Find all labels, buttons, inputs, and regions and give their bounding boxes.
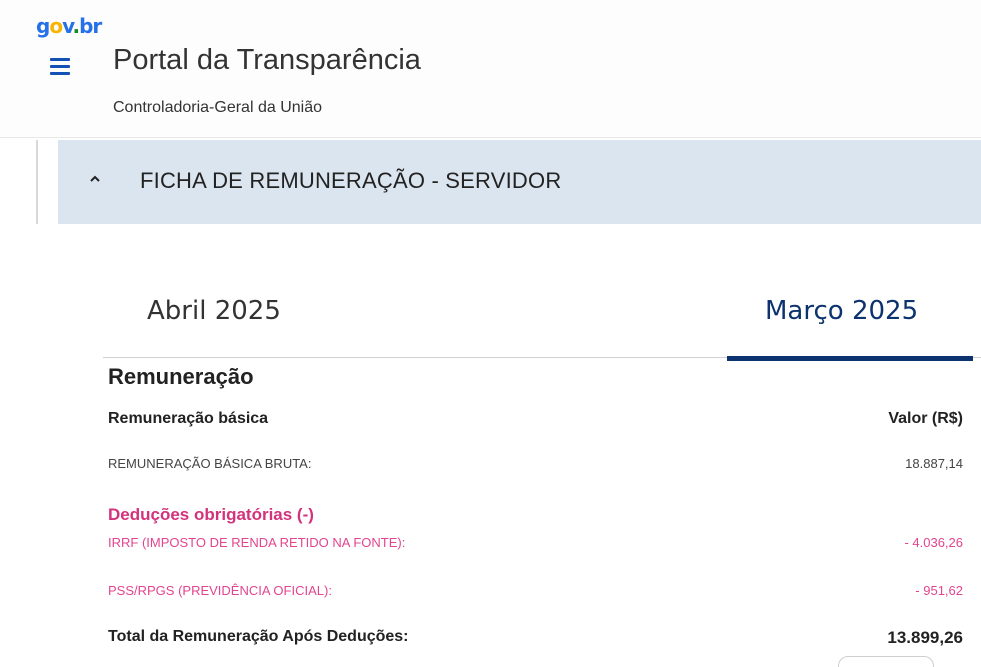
- pss-label: PSS/RPGS (PREVIDÊNCIA OFICIAL):: [108, 583, 332, 598]
- remuneration-section-header[interactable]: FICHA DE REMUNERAÇÃO - SERVIDOR: [58, 140, 981, 224]
- gross-remuneration-label: REMUNERAÇÃO BÁSICA BRUTA:: [108, 456, 312, 471]
- irrf-row: IRRF (IMPOSTO DE RENDA RETIDO NA FONTE):…: [108, 535, 963, 550]
- tab-marco-2025[interactable]: Março 2025: [727, 270, 977, 361]
- gross-remuneration-row: REMUNERAÇÃO BÁSICA BRUTA: 18.887,14: [108, 456, 963, 471]
- basic-remuneration-label: Remuneração básica: [108, 410, 269, 427]
- basic-remuneration-header: Remuneração básica Valor (R$): [108, 410, 963, 428]
- page: gov.br Portal da Transparência Controlad…: [0, 0, 981, 667]
- irrf-label: IRRF (IMPOSTO DE RENDA RETIDO NA FONTE):: [108, 535, 406, 550]
- left-divider: [36, 140, 38, 224]
- month-tabs: Abril 2025 Março 2025: [103, 270, 981, 361]
- hamburger-menu-icon[interactable]: [50, 58, 72, 76]
- irrf-value: - 4.036,26: [904, 535, 963, 550]
- chevron-up-icon: [90, 175, 100, 182]
- active-tab-indicator: [727, 356, 973, 361]
- govbr-logo[interactable]: gov.br: [36, 14, 102, 38]
- tab-label: Abril 2025: [147, 296, 281, 326]
- tab-label: Março 2025: [765, 296, 919, 326]
- portal-subtitle: Controladoria-Geral da União: [113, 99, 322, 116]
- value-column-header: Valor (R$): [888, 410, 963, 427]
- tab-abril-2025[interactable]: Abril 2025: [103, 270, 403, 358]
- site-header: gov.br Portal da Transparência Controlad…: [0, 0, 981, 138]
- partial-button[interactable]: [838, 656, 934, 667]
- total-row: Total da Remuneração Após Deduções: 13.8…: [108, 628, 963, 647]
- remuneration-heading: Remuneração: [108, 364, 254, 389]
- gross-remuneration-value: 18.887,14: [905, 456, 963, 471]
- pss-row: PSS/RPGS (PREVIDÊNCIA OFICIAL): - 951,62: [108, 583, 963, 598]
- portal-title[interactable]: Portal da Transparência: [113, 44, 421, 77]
- section-title: FICHA DE REMUNERAÇÃO - SERVIDOR: [140, 168, 562, 193]
- total-label: Total da Remuneração Após Deduções:: [108, 628, 409, 645]
- deductions-title: Deduções obrigatórias (-): [108, 505, 314, 524]
- total-value: 13.899,26: [887, 628, 963, 647]
- pss-value: - 951,62: [915, 583, 963, 598]
